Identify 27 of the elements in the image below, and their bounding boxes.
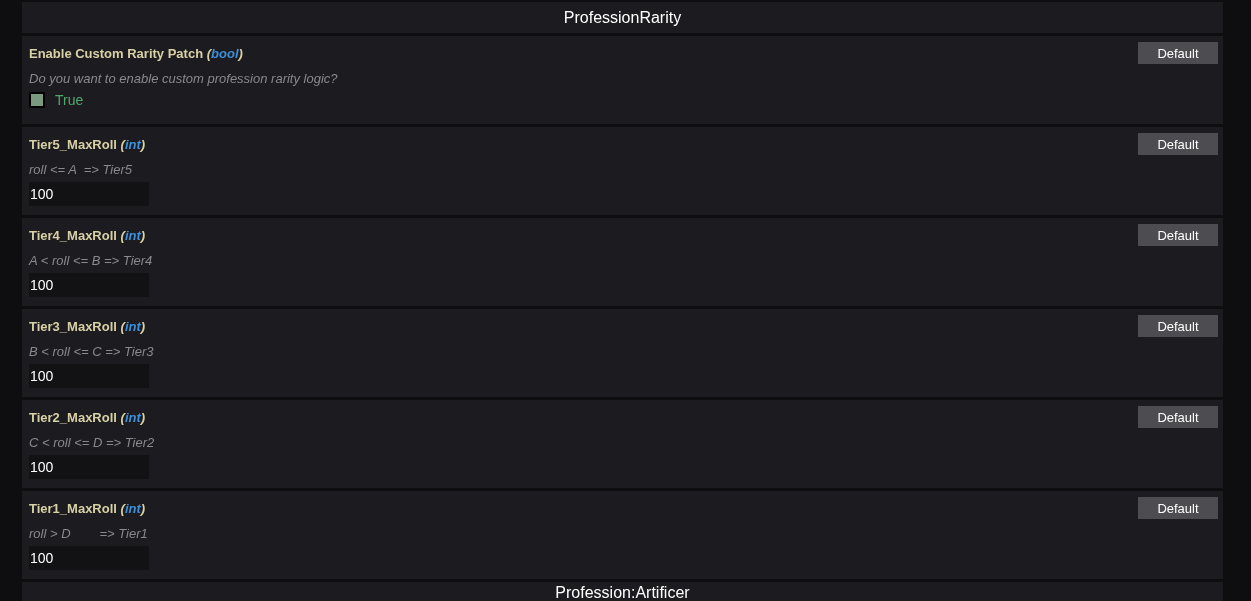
setting-description: A < roll <= B => Tier4 bbox=[29, 253, 154, 268]
default-button[interactable]: Default bbox=[1138, 406, 1218, 428]
setting-name: Tier1_MaxRoll (int) bbox=[29, 500, 146, 516]
setting-description: C < roll <= D => Tier2 bbox=[29, 435, 156, 450]
setting-description: B < roll <= C => Tier3 bbox=[29, 344, 155, 359]
number-field[interactable]: 100 bbox=[29, 273, 149, 297]
default-button[interactable]: Default bbox=[1138, 133, 1218, 155]
setting-name: Tier3_MaxRoll (int) bbox=[29, 318, 146, 334]
checkbox[interactable] bbox=[29, 92, 45, 108]
default-button[interactable]: Default bbox=[1138, 224, 1218, 246]
default-button[interactable]: Default bbox=[1138, 42, 1218, 64]
number-field[interactable]: 100 bbox=[29, 364, 149, 388]
setting-description: roll > D => Tier1 bbox=[29, 526, 149, 541]
number-field[interactable]: 100 bbox=[29, 455, 149, 479]
setting-name: Enable Custom Rarity Patch (bool) bbox=[29, 45, 243, 61]
default-button[interactable]: Default bbox=[1138, 315, 1218, 337]
section-header: Profession:Artificer bbox=[22, 582, 1223, 601]
setting-name: Tier4_MaxRoll (int) bbox=[29, 227, 146, 243]
setting-name: Tier2_MaxRoll (int) bbox=[29, 409, 146, 425]
setting-description: roll <= A => Tier5 bbox=[29, 162, 133, 177]
number-field[interactable]: 100 bbox=[29, 546, 149, 570]
setting-description: Do you want to enable custom profession rarity logic? bbox=[29, 71, 339, 86]
checkbox-label: True bbox=[55, 92, 84, 108]
setting-name: Tier5_MaxRoll (int) bbox=[29, 136, 146, 152]
number-field[interactable]: 100 bbox=[29, 182, 149, 206]
section-header: ProfessionRarity bbox=[22, 2, 1223, 33]
default-button[interactable]: Default bbox=[1138, 497, 1218, 519]
